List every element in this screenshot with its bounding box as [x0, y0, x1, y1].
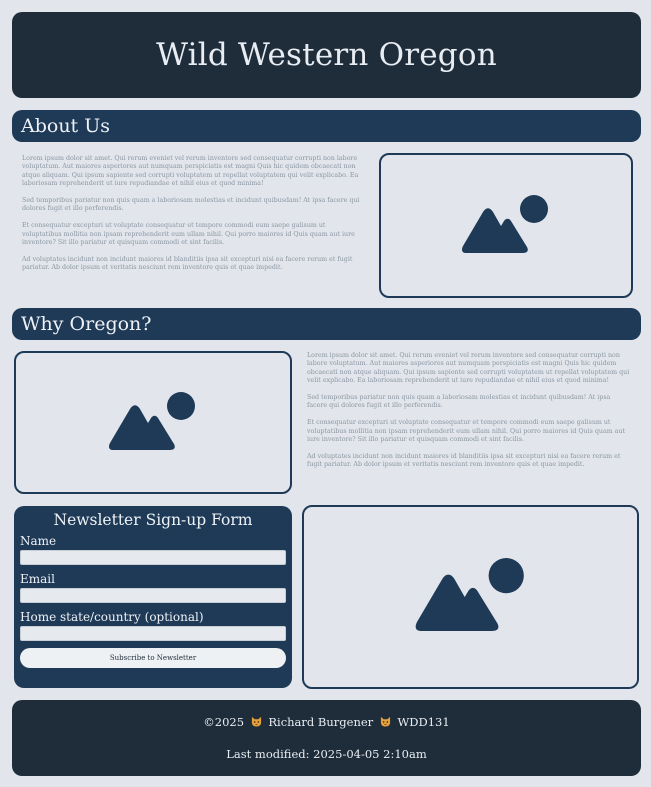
footer-credits: ©2025 Richard Burgener WDD131 [12, 715, 641, 729]
about-image [379, 153, 633, 298]
site-footer: ©2025 Richard Burgener WDD131 Last modif… [12, 700, 641, 776]
why-text: Lorem ipsum dolor sit amet. Qui rerum ev… [307, 352, 632, 478]
course-code: WDD131 [397, 715, 450, 729]
site-header: Wild Western Oregon [12, 12, 641, 98]
subscribe-button[interactable]: Subscribe to Newsletter [20, 648, 286, 668]
why-heading: Why Oregon? [21, 313, 152, 335]
why-paragraph: Sed temporibus pariatur non quis quam a … [307, 394, 611, 410]
about-heading: About Us [21, 115, 110, 137]
why-paragraph: Lorem ipsum dolor sit amet. Qui rerum ev… [307, 352, 630, 385]
about-text: Lorem ipsum dolor sit amet. Qui rerum ev… [22, 155, 366, 281]
why-heading-bar: Why Oregon? [12, 308, 641, 340]
copyright-text: ©2025 [203, 715, 245, 729]
about-paragraph: Sed temporibus pariatur non quis quam a … [22, 197, 360, 213]
email-field[interactable] [20, 588, 286, 603]
newsletter-side-image [302, 505, 639, 689]
about-paragraph: Lorem ipsum dolor sit amet. Qui rerum ev… [22, 155, 359, 188]
about-paragraph: Et consequatur excepturi ut voluptate co… [22, 222, 355, 247]
why-paragraph: Ad voluptates incidunt non incidunt maio… [307, 452, 621, 469]
cat-face-icon [380, 716, 390, 727]
cat-face-icon [251, 716, 261, 727]
last-modified: Last modified: 2025-04-05 2:10am [226, 747, 427, 761]
why-paragraph: Et consequatur excepturi ut voluptate co… [307, 419, 626, 444]
about-paragraph: Ad voluptates incidunt non incidunt maio… [22, 255, 353, 272]
name-label: Name [20, 534, 57, 548]
image-placeholder-icon [109, 391, 195, 450]
email-label: Email [20, 572, 55, 586]
image-placeholder-icon [415, 558, 524, 631]
newsletter-title: Newsletter Sign-up Form [53, 511, 253, 529]
image-placeholder-icon [462, 194, 548, 253]
about-heading-bar: About Us [12, 110, 641, 142]
home-location-label: Home state/country (optional) [20, 610, 204, 624]
why-image [14, 351, 292, 494]
home-location-field[interactable] [20, 626, 286, 641]
site-title: Wild Western Oregon [156, 37, 497, 73]
author-name: Richard Burgener [268, 715, 374, 729]
name-field[interactable] [20, 550, 286, 565]
newsletter-form: Newsletter Sign-up Form Name Email Home … [14, 506, 292, 688]
